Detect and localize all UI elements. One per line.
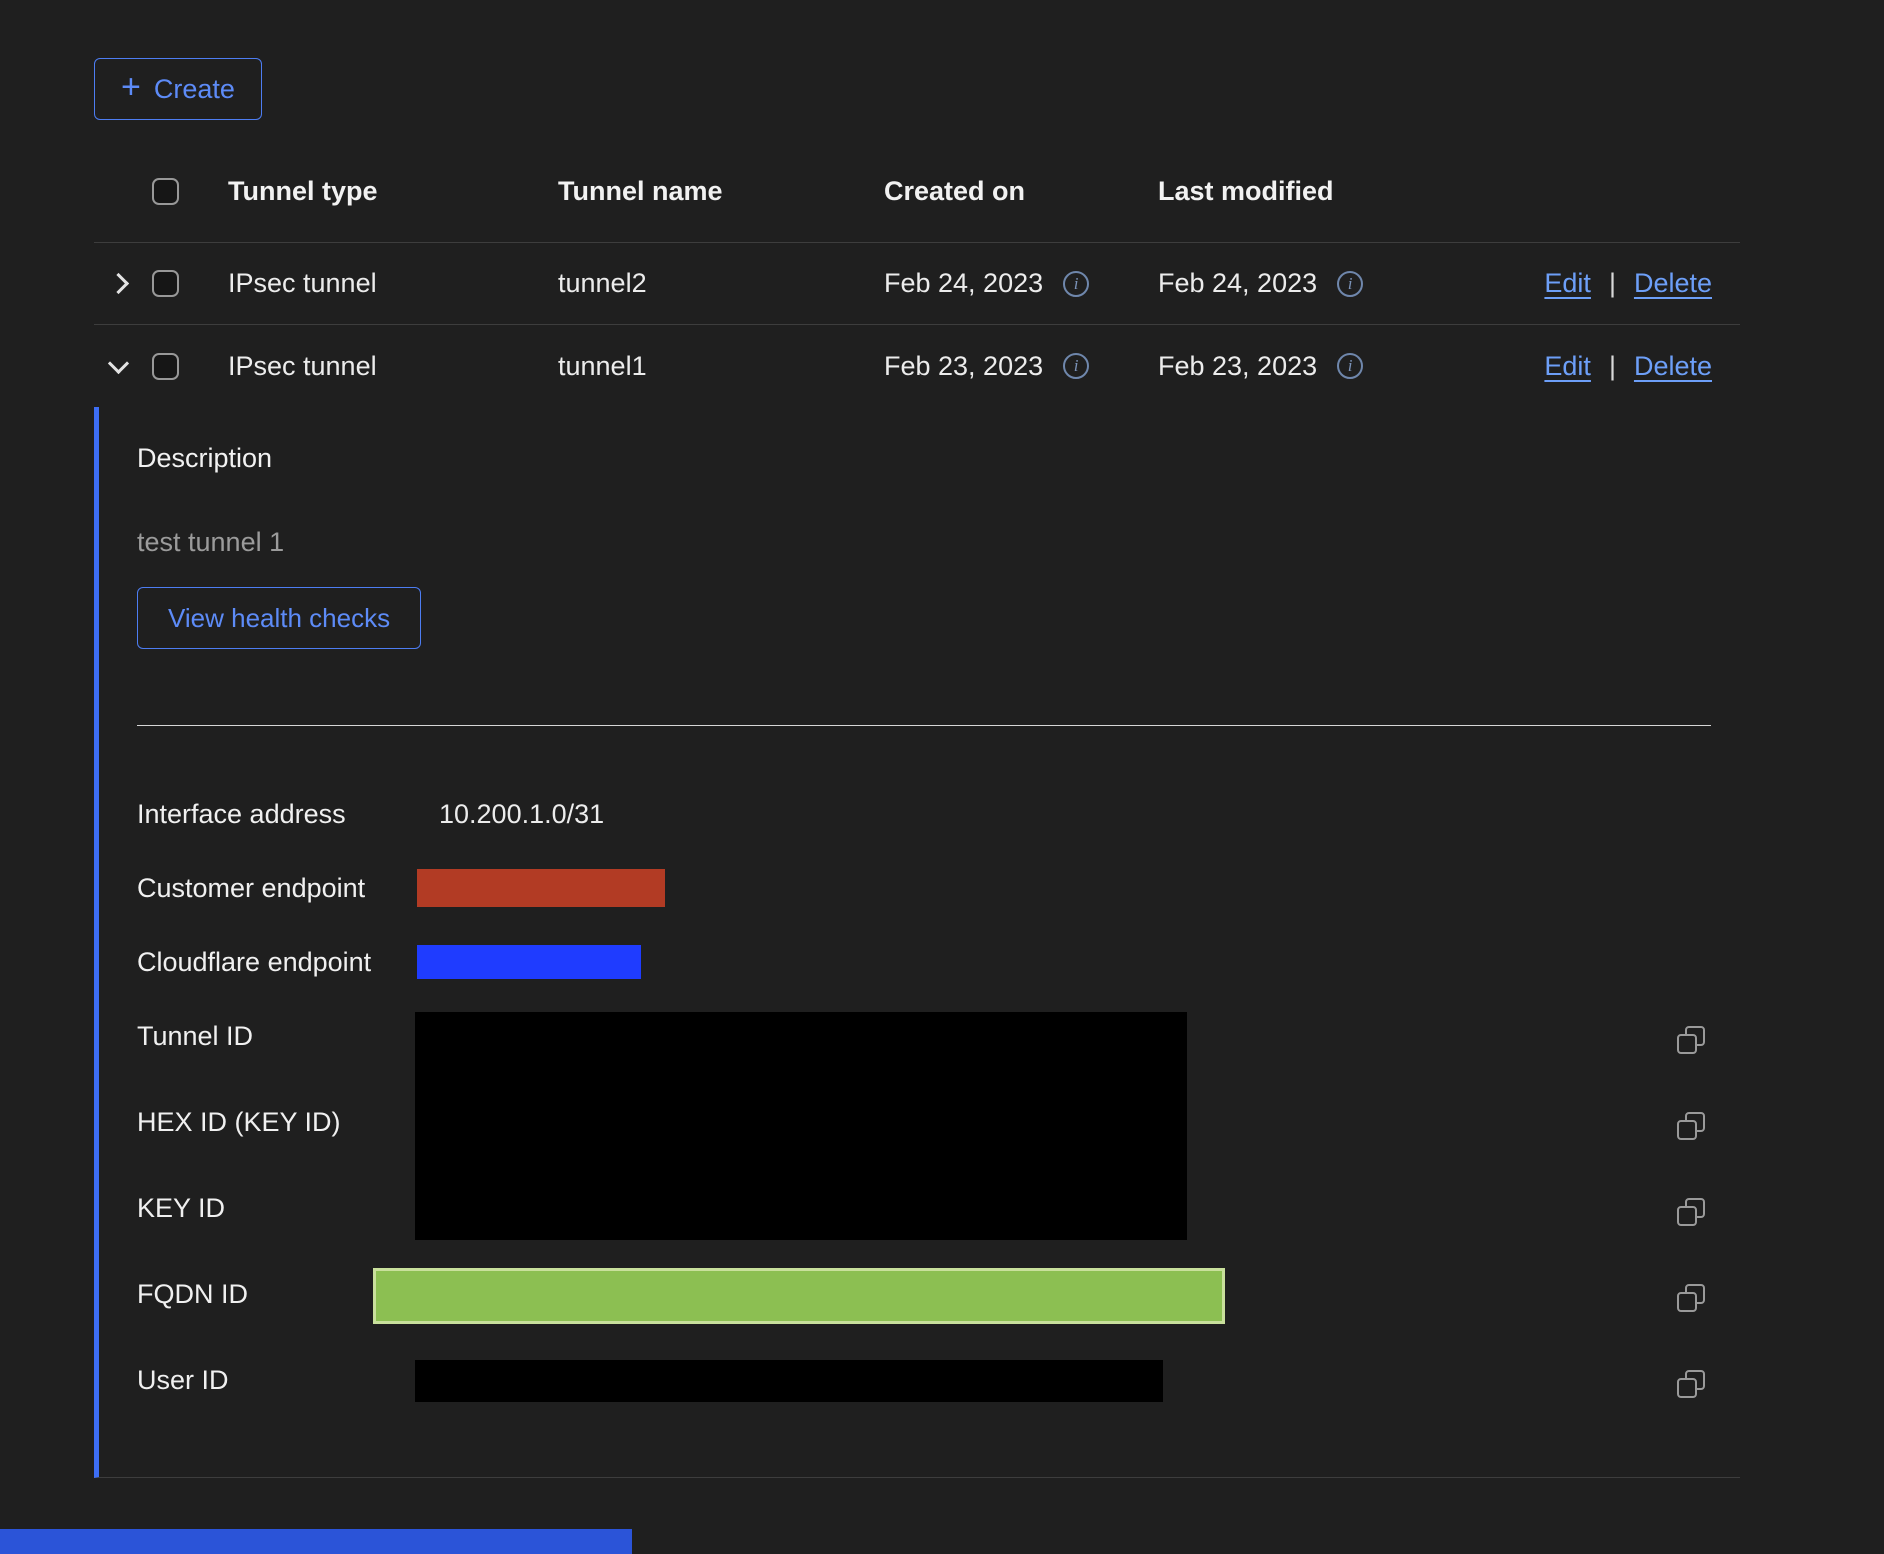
- user-id-label: User ID: [137, 1365, 229, 1396]
- copy-tunnel-id-icon[interactable]: [1677, 1026, 1705, 1054]
- copy-hex-id-icon[interactable]: [1677, 1112, 1705, 1140]
- last-modified-cell: Feb 23, 2023: [1158, 325, 1363, 407]
- hex-id-label: HEX ID (KEY ID): [137, 1107, 341, 1138]
- delete-link[interactable]: Delete: [1634, 268, 1712, 299]
- fqdn-id-label: FQDN ID: [137, 1279, 248, 1310]
- user-id-redacted-value: [415, 1360, 1163, 1402]
- delete-link[interactable]: Delete: [1634, 351, 1712, 382]
- select-all-cell: [152, 140, 192, 242]
- table-header-row: Tunnel type Tunnel name Created on Last …: [94, 140, 1740, 243]
- last-modified-cell: Feb 24, 2023: [1158, 243, 1363, 324]
- header-last-modified: Last modified: [1158, 140, 1334, 242]
- header-created-on: Created on: [884, 140, 1025, 242]
- section-divider: [137, 725, 1711, 726]
- tunnels-page: + Create Tunnel type Tunnel name Created…: [0, 0, 1884, 1554]
- description-label: Description: [137, 443, 272, 474]
- tunnel-name-cell: tunnel1: [558, 325, 647, 407]
- header-tunnel-type: Tunnel type: [228, 140, 378, 242]
- tunnel-type-cell: IPsec tunnel: [228, 243, 377, 324]
- copy-icon-front: [1677, 1292, 1697, 1312]
- copy-user-id-icon[interactable]: [1677, 1370, 1705, 1398]
- copy-icon-front: [1677, 1120, 1697, 1140]
- row-checkbox[interactable]: [152, 353, 179, 380]
- expand-cell: [94, 243, 142, 324]
- last-modified-value: Feb 24, 2023: [1158, 268, 1317, 299]
- info-icon[interactable]: [1063, 271, 1089, 297]
- chevron-down-icon[interactable]: [107, 352, 128, 373]
- select-all-checkbox[interactable]: [152, 178, 179, 205]
- edit-link[interactable]: Edit: [1544, 351, 1591, 382]
- plus-icon: +: [121, 70, 141, 104]
- actions-separator: |: [1609, 268, 1616, 299]
- customer-endpoint-label: Customer endpoint: [137, 873, 365, 904]
- copy-icon-front: [1677, 1378, 1697, 1398]
- info-icon[interactable]: [1063, 353, 1089, 379]
- view-health-checks-button[interactable]: View health checks: [137, 587, 421, 649]
- chevron-right-icon[interactable]: [107, 273, 128, 294]
- key-id-label: KEY ID: [137, 1193, 225, 1224]
- fqdn-id-redacted-value: [373, 1268, 1225, 1324]
- create-button-label: Create: [154, 74, 235, 105]
- row-checkbox-cell: [152, 325, 192, 407]
- actions-separator: |: [1609, 351, 1616, 382]
- last-modified-value: Feb 23, 2023: [1158, 351, 1317, 382]
- created-on-cell: Feb 24, 2023: [884, 243, 1089, 324]
- copy-fqdn-id-icon[interactable]: [1677, 1284, 1705, 1312]
- horizontal-scrollbar-thumb[interactable]: [0, 1529, 632, 1554]
- table-row-tunnel2: IPsec tunnel tunnel2 Feb 24, 2023 Feb 24…: [94, 243, 1740, 325]
- info-icon[interactable]: [1337, 353, 1363, 379]
- table-row-tunnel1: IPsec tunnel tunnel1 Feb 23, 2023 Feb 23…: [94, 325, 1740, 407]
- created-on-cell: Feb 23, 2023: [884, 325, 1089, 407]
- row-checkbox[interactable]: [152, 270, 179, 297]
- tunnel-detail-panel: Description test tunnel 1 View health ch…: [94, 407, 1740, 1478]
- created-on-value: Feb 24, 2023: [884, 268, 1043, 299]
- header-tunnel-name: Tunnel name: [558, 140, 723, 242]
- tunnel-name-cell: tunnel2: [558, 243, 647, 324]
- collapse-cell: [94, 325, 142, 407]
- ids-redacted-value: [415, 1012, 1187, 1240]
- tunnel-id-label: Tunnel ID: [137, 1021, 253, 1052]
- info-icon[interactable]: [1337, 271, 1363, 297]
- copy-icon-front: [1677, 1206, 1697, 1226]
- tunnel-type-cell: IPsec tunnel: [228, 325, 377, 407]
- row-actions: Edit | Delete: [1544, 243, 1712, 324]
- row-actions: Edit | Delete: [1544, 325, 1712, 407]
- copy-key-id-icon[interactable]: [1677, 1198, 1705, 1226]
- interface-address-label: Interface address: [137, 799, 346, 830]
- copy-icon-front: [1677, 1034, 1697, 1054]
- row-checkbox-cell: [152, 243, 192, 324]
- cloudflare-endpoint-redacted-value: [417, 945, 641, 979]
- create-button[interactable]: + Create: [94, 58, 262, 120]
- edit-link[interactable]: Edit: [1544, 268, 1591, 299]
- customer-endpoint-redacted-value: [417, 869, 665, 907]
- cloudflare-endpoint-label: Cloudflare endpoint: [137, 947, 371, 978]
- description-value: test tunnel 1: [137, 527, 284, 558]
- created-on-value: Feb 23, 2023: [884, 351, 1043, 382]
- interface-address-value: 10.200.1.0/31: [439, 799, 604, 830]
